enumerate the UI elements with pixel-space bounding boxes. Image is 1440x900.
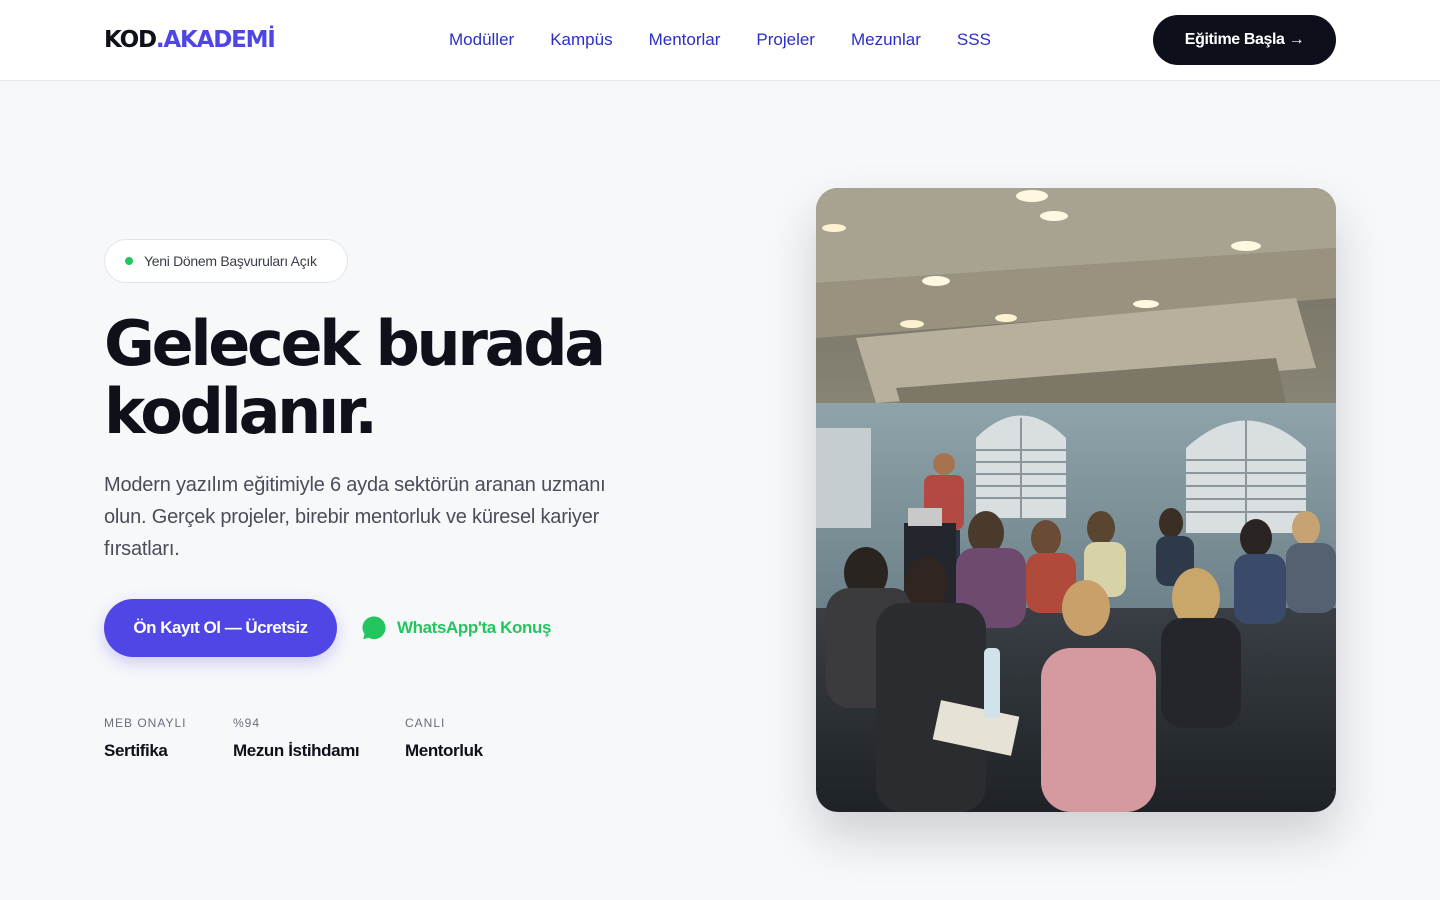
status-dot-icon [125, 257, 133, 265]
logo[interactable]: KOD.AKADEMİ [104, 25, 276, 55]
stat-label: %94 [233, 716, 261, 730]
start-training-button[interactable]: Eğitime Başla → [1153, 15, 1336, 65]
stat-label: MEB ONAYLI [104, 716, 187, 730]
hero-subtitle: Modern yazılım eğitimiyle 6 ayda sektörü… [104, 474, 606, 560]
whatsapp-link-text: WhatsApp'ta Konuş [397, 618, 552, 637]
stat-item: %94 Mezun İstihdamı [233, 715, 360, 762]
whatsapp-icon [362, 616, 386, 640]
nav-item-mentorlar[interactable]: Mentorlar [649, 29, 721, 51]
nav-item-mezunlar[interactable]: Mezunlar [851, 29, 921, 51]
stat-value: Mezun İstihdamı [233, 741, 360, 760]
stat-item: MEB ONAYLI Sertifika [104, 715, 186, 762]
classroom-illustration [816, 188, 1336, 812]
nav-item-moduller[interactable]: Modüller [449, 29, 514, 51]
hero-title-line2: kodlanır. [104, 375, 378, 448]
nav-item-sss[interactable]: SSS [957, 29, 991, 51]
nav-item-kampus[interactable]: Kampüs [550, 29, 612, 51]
classroom-photo [816, 188, 1336, 812]
status-badge: Yeni Dönem Başvuruları Açık [104, 239, 348, 283]
main-nav: Modüller Kampüs Mentorlar Projeler Mezun… [449, 29, 991, 51]
site-header: KOD.AKADEMİ Modüller Kampüs Mentorlar Pr… [0, 0, 1440, 81]
pre-register-button[interactable]: Ön Kayıt Ol — Ücretsiz [104, 599, 337, 657]
whatsapp-link[interactable]: WhatsApp'ta Konuş [360, 614, 551, 642]
stat-label: CANLI [405, 716, 446, 730]
status-badge-text: Yeni Dönem Başvuruları Açık [144, 253, 317, 269]
stat-value: Mentorluk [405, 741, 483, 760]
hero-title: Gelecek burada kodlanır. [104, 310, 664, 446]
stat-value: Sertifika [104, 741, 168, 760]
nav-item-projeler[interactable]: Projeler [756, 29, 815, 51]
logo-text-akademi: .AKADEMİ [155, 27, 276, 53]
stat-item: CANLI Mentorluk [405, 715, 483, 762]
hero-title-line1: Gelecek burada [104, 307, 606, 380]
logo-text-kod: KOD [104, 27, 157, 53]
